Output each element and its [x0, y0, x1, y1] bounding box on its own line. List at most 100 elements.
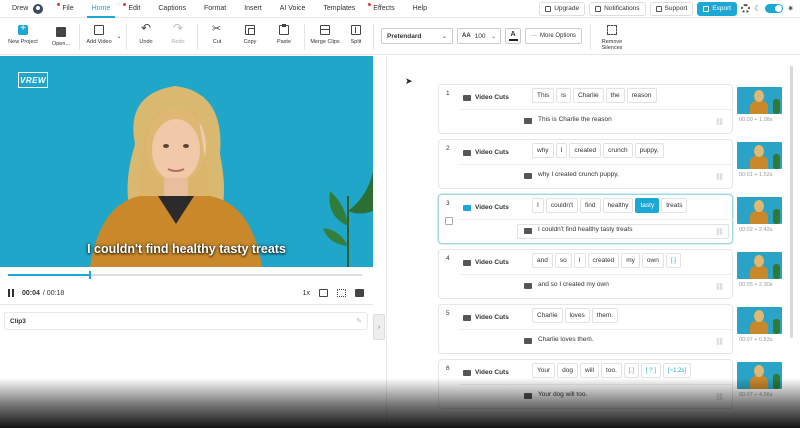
fullscreen-icon[interactable]	[355, 289, 364, 297]
word-chip[interactable]: loves	[564, 308, 590, 323]
edit-icon[interactable]: ✎	[356, 317, 362, 325]
word-chip[interactable]: dog	[557, 363, 578, 378]
word-chip[interactable]: so	[554, 253, 572, 268]
export-button[interactable]: Export	[697, 1, 738, 16]
word-chip[interactable]: [~1.2s]	[662, 363, 692, 378]
new-project-button[interactable]: New Project	[0, 19, 46, 55]
word-chip[interactable]: crunch	[603, 143, 633, 158]
clip-thumbnail[interactable]	[737, 197, 782, 224]
menu-item-captions[interactable]: Captions	[149, 0, 195, 18]
word-chip[interactable]: too.	[601, 363, 622, 378]
word-chip[interactable]: Your	[532, 363, 556, 378]
link-icon[interactable]: ⛓	[715, 118, 724, 126]
support-button[interactable]: Support	[649, 1, 694, 16]
row-checkbox[interactable]	[445, 217, 453, 225]
clip-row[interactable]: 5 Video Cuts Charlie loves them. Charlie love…	[438, 304, 733, 354]
word-chip[interactable]: I	[555, 143, 568, 158]
clip-row[interactable]: 1 Video Cuts This is Charlie the reason This is…	[438, 84, 733, 134]
clip-bar[interactable]: Clip3 ✎	[4, 312, 368, 330]
word-chip[interactable]: my	[621, 253, 640, 268]
subtitle-text[interactable]: Charlie loves them.	[538, 336, 594, 343]
word-chip[interactable]: reason	[626, 88, 657, 103]
notifications-button[interactable]: Notifications	[589, 1, 646, 16]
add-video-button[interactable]: Add Video	[83, 19, 115, 55]
menu-item-file[interactable]: File	[53, 0, 82, 18]
text-color-button[interactable]: A	[505, 28, 521, 44]
word-chip[interactable]: [.]	[623, 363, 639, 378]
open-button[interactable]: Open...	[46, 19, 76, 55]
word-chip[interactable]: them.	[591, 308, 619, 323]
word-chip[interactable]: Charlie	[572, 88, 604, 103]
word-chip[interactable]: and	[532, 253, 553, 268]
word-chip[interactable]: [.]	[665, 253, 681, 268]
theme-toggle[interactable]	[765, 4, 784, 13]
word-chip[interactable]: find	[580, 198, 601, 213]
font-size-select[interactable]: AA 100 ⌄	[457, 28, 501, 44]
panel-collapse-button[interactable]: ›	[373, 314, 385, 340]
add-video-dropdown[interactable]: ⌄	[115, 19, 123, 55]
link-icon[interactable]: ⛓	[715, 173, 724, 181]
subtitle-text[interactable]: why I created crunch puppy,	[538, 171, 619, 178]
menu-item-edit[interactable]: Edit	[119, 0, 149, 18]
subtitle-text[interactable]: and so I created my own	[538, 281, 609, 288]
subtitle-text[interactable]: Your dog will too.	[538, 391, 587, 398]
word-chip[interactable]: healthy	[602, 198, 634, 213]
clip-thumbnail[interactable]	[737, 252, 782, 279]
menu-item-templates[interactable]: Templates	[314, 0, 364, 18]
word-chip[interactable]: This	[532, 88, 555, 103]
copy-button[interactable]: Copy	[233, 19, 267, 55]
scrollbar[interactable]	[790, 66, 793, 338]
word-chip[interactable]: couldn't	[545, 198, 579, 213]
playback-progress[interactable]	[8, 271, 362, 279]
clip-row[interactable]: 2 Video Cuts why Icreated crunch puppy, why I …	[438, 139, 733, 189]
subtitle-text[interactable]: This is Charlie the reason	[538, 116, 612, 123]
merge-clips-button[interactable]: Merge Clips	[308, 19, 342, 55]
playback-speed[interactable]: 1x	[303, 290, 310, 297]
clip-thumbnail[interactable]	[737, 307, 782, 334]
user-profile[interactable]: Drew	[0, 3, 44, 14]
word-chip[interactable]: is	[556, 88, 571, 103]
menu-item-effects[interactable]: Effects	[364, 0, 403, 18]
menu-item-format[interactable]: Format	[195, 0, 235, 18]
undo-button[interactable]: Undo	[130, 19, 162, 55]
screenshot-icon[interactable]	[319, 289, 328, 297]
redo-button[interactable]: Redo	[162, 19, 194, 55]
link-icon[interactable]: ⛓	[715, 338, 724, 346]
link-icon[interactable]: ⛓	[715, 283, 724, 291]
remove-silences-button[interactable]: Remove Silences	[594, 19, 630, 55]
video-preview[interactable]: VREW I couldn't find healthy tasty treat…	[0, 56, 373, 267]
menu-item-insert[interactable]: Insert	[235, 0, 271, 18]
word-chip[interactable]: created	[569, 143, 602, 158]
word-chip[interactable]: why	[532, 143, 554, 158]
more-options-button[interactable]: ··· More Options	[525, 28, 583, 44]
font-family-select[interactable]: Pretendard ⌄	[381, 28, 453, 44]
link-icon[interactable]: ⛓	[715, 228, 724, 236]
word-chip[interactable]: tasty	[635, 198, 660, 213]
subtitle-text[interactable]: I couldn't find healthy tasty treats	[538, 226, 632, 233]
word-chip[interactable]: [ ? ]	[640, 363, 661, 378]
cut-button[interactable]: Cut	[201, 19, 233, 55]
word-chip[interactable]: Charlie	[532, 308, 563, 323]
progress-handle[interactable]	[89, 271, 92, 279]
pause-icon[interactable]	[8, 289, 15, 297]
clip-row[interactable]: 6 Video Cuts Your dog will too. [.][ ? ] [~1.2s…	[438, 359, 733, 409]
clip-thumbnail[interactable]	[737, 87, 782, 114]
clip-thumbnail[interactable]	[737, 142, 782, 169]
word-chip[interactable]: I	[532, 198, 544, 213]
clip-row[interactable]: 4 Video Cuts and so Icreated my own [.] and so I…	[438, 249, 733, 299]
upgrade-button[interactable]: Upgrade	[539, 1, 586, 16]
split-button[interactable]: Split	[342, 19, 370, 55]
clip-row[interactable]: 3 Video Cuts Icouldn't find healthy tasty trea…	[438, 194, 733, 244]
grid-icon[interactable]	[337, 289, 346, 297]
word-chip[interactable]: treats	[661, 198, 688, 213]
menu-item-ai-voice[interactable]: AI Voice	[271, 0, 315, 18]
word-chip[interactable]: I	[573, 253, 586, 268]
word-chip[interactable]: puppy,	[634, 143, 664, 158]
word-chip[interactable]: will	[580, 363, 600, 378]
paste-button[interactable]: Paste	[267, 19, 301, 55]
link-icon[interactable]: ⛓	[715, 393, 724, 401]
word-chip[interactable]: created	[587, 253, 620, 268]
menu-item-help[interactable]: Help	[404, 0, 436, 18]
word-chip[interactable]: the	[605, 88, 625, 103]
gear-icon[interactable]	[741, 4, 751, 13]
